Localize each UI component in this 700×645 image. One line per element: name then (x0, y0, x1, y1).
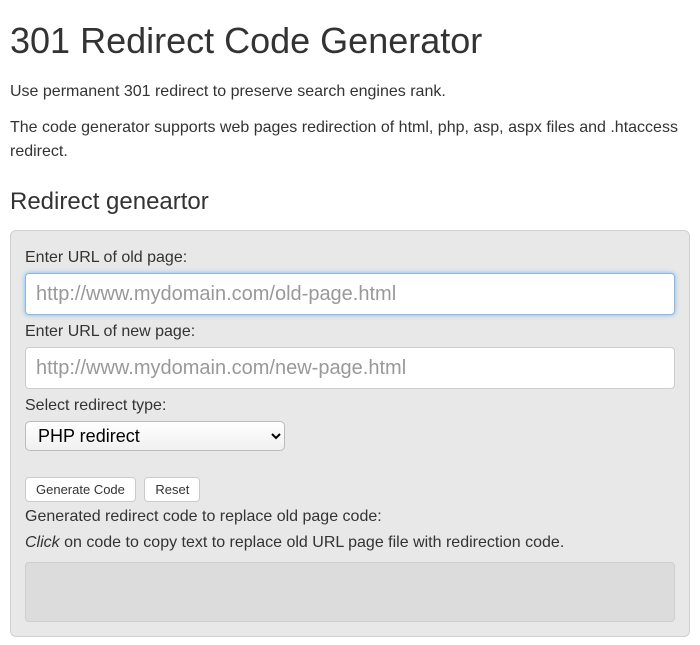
new-url-input[interactable] (25, 347, 675, 389)
intro-line-1: Use permanent 301 redirect to preserve s… (10, 80, 690, 104)
new-url-label: Enter URL of new page: (25, 323, 675, 341)
redirect-form-panel: Enter URL of old page: Enter URL of new … (10, 230, 690, 637)
generate-code-button[interactable]: Generate Code (25, 477, 136, 502)
intro-line-2: The code generator supports web pages re… (10, 116, 690, 164)
copy-hint-emphasis: Click (25, 534, 60, 551)
reset-button[interactable]: Reset (144, 477, 200, 502)
old-url-input[interactable] (25, 273, 675, 315)
redirect-type-label: Select redirect type: (25, 397, 675, 415)
copy-hint-rest: on code to copy text to replace old URL … (60, 534, 565, 551)
old-url-label: Enter URL of old page: (25, 249, 675, 267)
section-heading: Redirect geneartor (10, 188, 690, 216)
redirect-type-select[interactable]: PHP redirect (25, 421, 285, 451)
page-title: 301 Redirect Code Generator (10, 20, 690, 62)
copy-hint: Click on code to copy text to replace ol… (25, 534, 675, 552)
generated-code-box[interactable] (25, 562, 675, 622)
generated-code-label: Generated redirect code to replace old p… (25, 508, 675, 526)
